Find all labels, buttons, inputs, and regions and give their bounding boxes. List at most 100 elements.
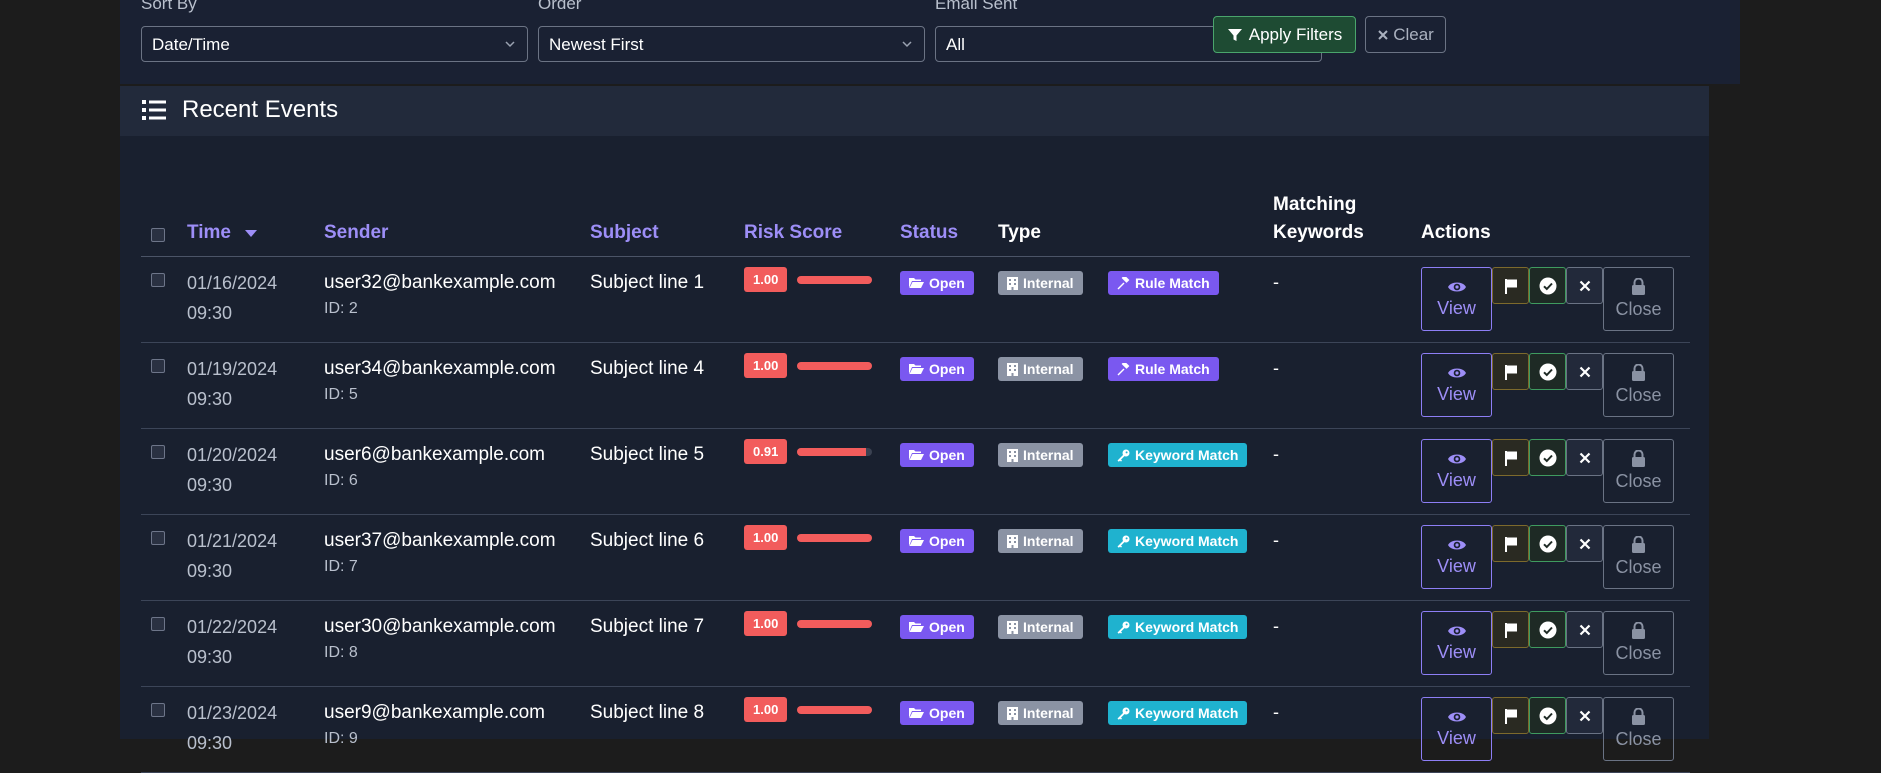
close-button[interactable]: Close xyxy=(1603,611,1674,675)
dismiss-button[interactable] xyxy=(1566,525,1603,562)
lock-icon xyxy=(1632,364,1645,381)
dismiss-button[interactable] xyxy=(1566,439,1603,476)
flag-button[interactable] xyxy=(1492,611,1529,648)
sender-id: ID: 8 xyxy=(324,644,358,661)
dismiss-button[interactable] xyxy=(1566,267,1603,304)
status-badge: Open xyxy=(900,357,974,381)
view-button[interactable]: View xyxy=(1421,267,1492,331)
clear-button[interactable]: Clear xyxy=(1365,16,1446,53)
view-button[interactable]: View xyxy=(1421,439,1492,503)
type-badge: Internal xyxy=(998,615,1083,639)
flag-icon xyxy=(1504,364,1517,380)
resolve-button[interactable] xyxy=(1529,267,1566,304)
column-header-time[interactable]: Time xyxy=(187,164,324,257)
column-time-label: Time xyxy=(187,222,232,243)
sort-by-select[interactable]: Date/Time xyxy=(141,26,528,62)
sender-id: ID: 7 xyxy=(324,558,358,575)
event-time: 09:30 xyxy=(187,733,233,753)
column-header-status[interactable]: Status xyxy=(900,164,998,257)
building-icon xyxy=(1007,362,1018,376)
folder-open-icon xyxy=(909,278,924,288)
subject: Subject line 4 xyxy=(590,358,705,379)
close-label: Close xyxy=(1615,471,1662,491)
flag-button[interactable] xyxy=(1492,439,1529,476)
order-select[interactable]: Newest First xyxy=(538,26,925,62)
resolve-button[interactable] xyxy=(1529,353,1566,390)
flag-button[interactable] xyxy=(1492,525,1529,562)
flag-button[interactable] xyxy=(1492,697,1529,734)
chevron-down-icon xyxy=(505,41,515,48)
subject: Subject line 5 xyxy=(590,444,705,465)
type-label: Internal xyxy=(1023,705,1074,721)
row-checkbox[interactable] xyxy=(151,445,165,459)
dismiss-button[interactable] xyxy=(1566,611,1603,648)
table-header-row: Time Sender Subject Risk Score Status Ty… xyxy=(141,164,1690,257)
column-header-subject[interactable]: Subject xyxy=(590,164,744,257)
view-button[interactable]: View xyxy=(1421,697,1492,761)
flag-icon xyxy=(1504,450,1517,466)
match-badge: Rule Match xyxy=(1108,357,1219,381)
sender-id: ID: 6 xyxy=(324,472,358,489)
lock-icon xyxy=(1632,450,1645,467)
check-circle-icon xyxy=(1539,277,1556,294)
type-badge: Internal xyxy=(998,357,1083,381)
subject: Subject line 6 xyxy=(590,530,705,551)
lock-icon xyxy=(1632,536,1645,553)
folder-open-icon xyxy=(909,536,924,546)
folder-open-icon xyxy=(909,364,924,374)
close-icon xyxy=(1579,624,1590,635)
column-header-risk-score[interactable]: Risk Score xyxy=(744,164,900,257)
folder-open-icon xyxy=(909,450,924,460)
dismiss-button[interactable] xyxy=(1566,697,1603,734)
flag-icon xyxy=(1504,278,1517,294)
type-label: Internal xyxy=(1023,533,1074,549)
risk-score-badge: 1.00 xyxy=(744,611,788,636)
apply-filters-button[interactable]: Apply Filters xyxy=(1213,16,1356,53)
sender-email: user6@bankexample.com xyxy=(324,444,546,465)
close-button[interactable]: Close xyxy=(1603,439,1674,503)
dismiss-button[interactable] xyxy=(1566,353,1603,390)
close-button[interactable]: Close xyxy=(1603,525,1674,589)
key-icon xyxy=(1117,449,1130,462)
resolve-button[interactable] xyxy=(1529,697,1566,734)
column-header-actions: Actions xyxy=(1421,164,1690,257)
close-button[interactable]: Close xyxy=(1603,697,1674,761)
view-button[interactable]: View xyxy=(1421,525,1492,589)
close-icon xyxy=(1579,280,1590,291)
folder-open-icon xyxy=(909,622,924,632)
matching-keywords: - xyxy=(1273,272,1279,292)
select-all-checkbox[interactable] xyxy=(151,228,165,242)
row-checkbox[interactable] xyxy=(151,703,165,717)
view-button[interactable]: View xyxy=(1421,353,1492,417)
filter-icon xyxy=(1227,28,1242,41)
row-checkbox[interactable] xyxy=(151,359,165,373)
match-label: Keyword Match xyxy=(1135,447,1239,463)
risk-bar-fill xyxy=(797,533,873,542)
column-header-sender[interactable]: Sender xyxy=(324,164,590,257)
key-icon xyxy=(1117,621,1130,634)
close-button[interactable]: Close xyxy=(1603,267,1674,331)
table-row: 01/20/2024 09:30 user6@bankexample.com I… xyxy=(141,428,1690,515)
close-button[interactable]: Close xyxy=(1603,353,1674,417)
flag-button[interactable] xyxy=(1492,267,1529,304)
row-checkbox[interactable] xyxy=(151,617,165,631)
row-checkbox[interactable] xyxy=(151,531,165,545)
resolve-button[interactable] xyxy=(1529,611,1566,648)
matching-keywords: - xyxy=(1273,358,1279,378)
close-label: Close xyxy=(1615,729,1662,749)
eye-icon xyxy=(1447,626,1466,635)
risk-bar xyxy=(797,447,873,456)
event-time: 09:30 xyxy=(187,389,233,409)
flag-button[interactable] xyxy=(1492,353,1529,390)
view-button[interactable]: View xyxy=(1421,611,1492,675)
resolve-button[interactable] xyxy=(1529,525,1566,562)
resolve-button[interactable] xyxy=(1529,439,1566,476)
risk-bar xyxy=(797,533,873,542)
row-checkbox[interactable] xyxy=(151,273,165,287)
email-sent-label: Email Sent xyxy=(935,0,1018,13)
list-icon xyxy=(142,100,166,120)
view-label: View xyxy=(1437,727,1476,748)
building-icon xyxy=(1007,620,1018,634)
subject: Subject line 7 xyxy=(590,616,705,637)
events-table: Time Sender Subject Risk Score Status Ty… xyxy=(141,164,1690,773)
